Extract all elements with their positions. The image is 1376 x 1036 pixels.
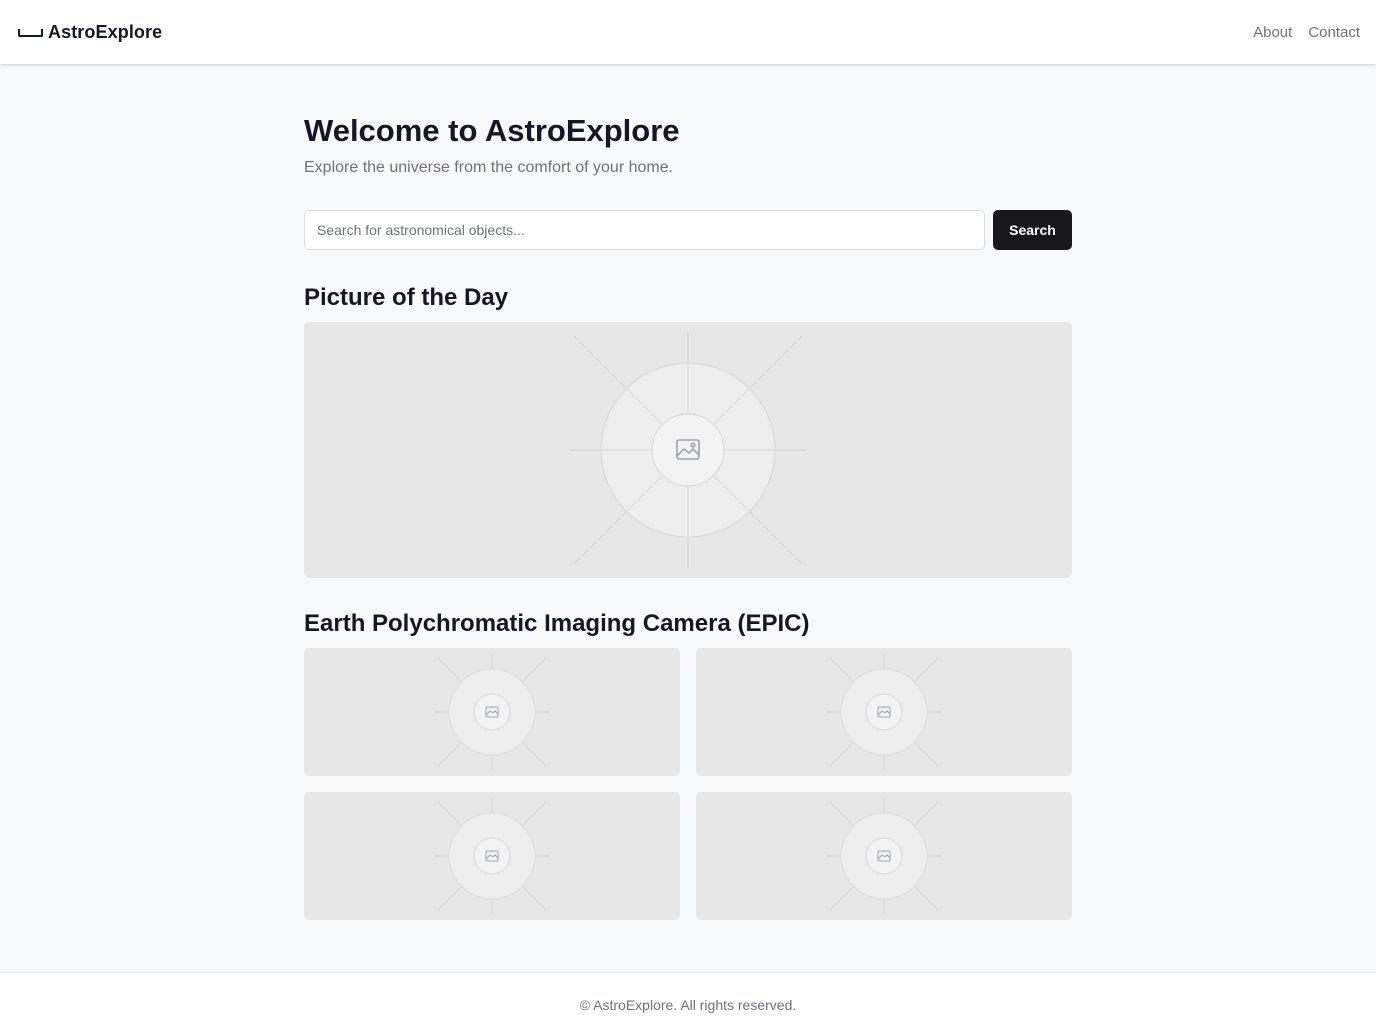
epic-image[interactable] [304, 648, 680, 776]
picture-of-the-day-title: Picture of the Day [304, 284, 509, 311]
main-nav: About Contact [1253, 24, 1360, 41]
brand[interactable]: AstroExplore [18, 22, 162, 43]
main-content: Welcome to AstroExplore Explore the univ… [304, 64, 1072, 920]
page-title: Welcome to AstroExplore [304, 113, 680, 148]
image-placeholder-icon [434, 654, 550, 770]
epic-title: Earth Polychromatic Imaging Camera (EPIC… [304, 610, 810, 637]
epic-image[interactable] [696, 792, 1072, 920]
picture-of-the-day-image[interactable] [304, 322, 1072, 578]
page-footer: © AstroExplore. All rights reserved. [0, 972, 1376, 1036]
page-subtitle: Explore the universe from the comfort of… [304, 159, 674, 176]
brand-name: AstroExplore [48, 21, 163, 42]
search-input[interactable] [304, 210, 985, 250]
image-placeholder-icon [826, 654, 942, 770]
epic-image[interactable] [304, 792, 680, 920]
nav-link-contact[interactable]: Contact [1308, 24, 1360, 41]
nav-link-about[interactable]: About [1253, 24, 1292, 41]
image-placeholder-icon [434, 798, 550, 914]
top-nav-bar: AstroExplore About Contact [0, 0, 1376, 64]
image-placeholder-icon [826, 798, 942, 914]
epic-image[interactable] [696, 648, 1072, 776]
search-button[interactable]: Search [993, 210, 1072, 250]
search-bar: Search [304, 210, 1072, 250]
epic-image-grid [304, 648, 1072, 920]
image-placeholder-icon [570, 332, 806, 568]
telescope-icon [18, 25, 43, 39]
copyright-text: © AstroExplore. All rights reserved. [579, 996, 797, 1013]
